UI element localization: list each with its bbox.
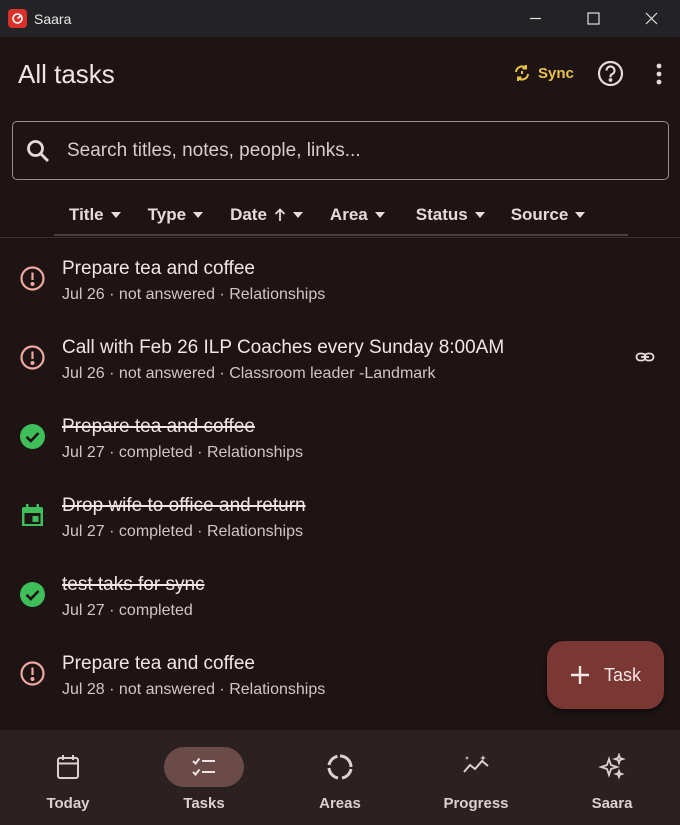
caret-down-icon [110, 211, 121, 218]
task-item[interactable]: test taks for sync Jul 27 · completed [0, 562, 680, 641]
search-box[interactable] [12, 121, 669, 180]
close-button[interactable] [622, 0, 680, 37]
filter-label: Area [329, 204, 368, 224]
minimize-icon [529, 17, 541, 20]
filter-label: Type [147, 204, 187, 224]
page-header: All tasks Sync [0, 37, 680, 111]
calendar-event-icon [22, 504, 43, 526]
nav-label: Today [46, 795, 90, 812]
filter-label: Date [230, 204, 267, 224]
nav-label: Progress [443, 795, 509, 812]
window-titlebar: Saara [0, 0, 680, 37]
filter-label: Source [510, 204, 569, 224]
task-item[interactable]: Prepare tea and coffee Jul 26 · not answ… [0, 246, 680, 325]
nav-item-areas[interactable]: Areas [272, 730, 408, 825]
task-title: Prepare tea and coffee [62, 258, 255, 279]
caret-down-icon [292, 211, 303, 218]
divider [0, 237, 680, 238]
sync-button[interactable]: Sync [512, 63, 574, 83]
calendar-icon [57, 755, 79, 779]
nav-label: Areas [319, 795, 361, 812]
sync-label: Sync [538, 64, 574, 82]
close-icon [645, 12, 657, 25]
maximize-button[interactable] [564, 0, 622, 37]
link-icon[interactable] [635, 347, 655, 367]
filter-title[interactable]: Title [69, 199, 121, 231]
task-title: Prepare tea and coffee [62, 653, 255, 674]
add-task-label: Task [603, 664, 641, 685]
filter-label: Title [69, 204, 104, 224]
filter-area[interactable]: Area [330, 199, 385, 231]
task-title: test taks for sync [62, 574, 205, 595]
sparkles-icon [598, 753, 626, 780]
caret-down-icon [374, 211, 385, 218]
filter-label: Status [415, 204, 468, 224]
nav-item-saara[interactable]: Saara [544, 730, 680, 825]
task-meta: Jul 27 · completed · Relationships [62, 523, 304, 540]
window-title: Saara [34, 10, 72, 27]
sparkline-icon [463, 755, 489, 773]
alert-circle-icon [20, 345, 45, 370]
ring-icon [327, 754, 353, 780]
task-title: Call with Feb 26 ILP Coaches every Sunda… [62, 337, 505, 358]
task-item[interactable]: Call with Feb 26 ILP Coaches every Sunda… [0, 325, 680, 404]
filter-date[interactable]: Date [230, 199, 303, 231]
filter-type[interactable]: Type [147, 199, 204, 231]
task-item[interactable]: Prepare tea and coffee Jul 27 · complete… [0, 404, 680, 483]
checklist-icon [192, 757, 215, 776]
check-circle-icon [20, 582, 45, 607]
check-circle-icon [20, 424, 45, 449]
search-input[interactable] [67, 139, 627, 162]
maximize-icon [586, 12, 600, 25]
alert-circle-icon [20, 661, 45, 686]
nav-label: Saara [591, 795, 633, 812]
minimize-button[interactable] [506, 0, 564, 37]
bottom-nav: Today Tasks Areas Progress Saara [0, 730, 680, 825]
task-meta: Jul 27 · completed [62, 602, 193, 619]
add-task-button[interactable]: Task [547, 641, 664, 709]
search-icon [27, 139, 49, 162]
nav-item-today[interactable]: Today [0, 730, 136, 825]
alert-circle-icon [20, 266, 45, 291]
more-vert-icon[interactable] [651, 61, 667, 87]
app-logo-icon [8, 9, 27, 28]
sync-icon [515, 65, 529, 81]
caret-down-icon [193, 211, 204, 218]
caret-down-icon [575, 211, 586, 218]
task-title: Prepare tea and coffee [62, 416, 255, 437]
task-title: Drop wife to office and return [62, 495, 306, 516]
nav-item-tasks[interactable]: Tasks [136, 730, 272, 825]
task-meta: Jul 26 · not answered · Relationships [62, 286, 326, 303]
page-title: All tasks [18, 58, 115, 89]
task-meta: Jul 28 · not answered · Relationships [62, 681, 326, 698]
plus-icon [570, 666, 589, 684]
arrow-up-icon [274, 207, 286, 221]
help-icon[interactable] [597, 60, 624, 87]
task-meta: Jul 27 · completed · Relationships [62, 444, 304, 461]
filter-status[interactable]: Status [416, 199, 485, 231]
task-meta: Jul 26 · not answered · Classroom leader… [62, 365, 436, 382]
task-item[interactable]: Drop wife to office and return Jul 27 · … [0, 483, 680, 562]
filter-bar: Title Type Date Area Status Source [54, 195, 628, 236]
filter-source[interactable]: Source [511, 199, 586, 231]
caret-down-icon [474, 211, 485, 218]
nav-label: Tasks [183, 795, 225, 812]
nav-item-progress[interactable]: Progress [408, 730, 544, 825]
